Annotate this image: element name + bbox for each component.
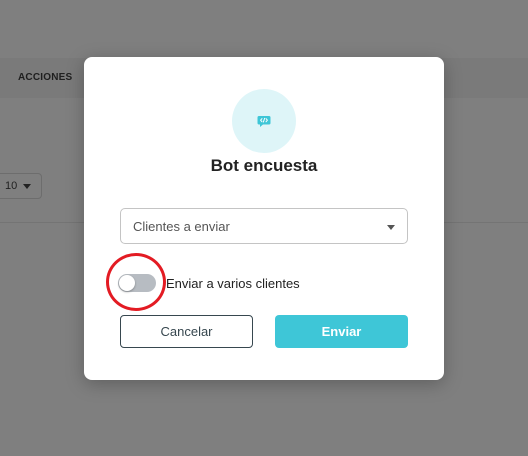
- multiple-clients-toggle[interactable]: [118, 274, 156, 292]
- clients-select-placeholder: Clientes a enviar: [133, 218, 230, 234]
- chevron-down-icon: [23, 183, 32, 189]
- toggle-knob: [119, 275, 135, 291]
- multiple-clients-toggle-row: Enviar a varios clientes: [118, 273, 300, 293]
- toggle-label: Enviar a varios clientes: [166, 275, 300, 291]
- icon-badge: [232, 89, 296, 153]
- send-button[interactable]: Enviar: [275, 315, 408, 348]
- chat-code-icon: [257, 115, 271, 127]
- bot-dialog: Bot encuesta Clientes a enviar Enviar a …: [84, 57, 444, 380]
- column-header-acciones: ACCIONES: [18, 72, 73, 83]
- chevron-down-icon: [387, 225, 395, 230]
- clients-select[interactable]: Clientes a enviar: [120, 208, 408, 244]
- dialog-title: Bot encuesta: [210, 156, 318, 175]
- rows-per-page-value: 10: [5, 180, 18, 192]
- cancel-button[interactable]: Cancelar: [120, 315, 253, 348]
- rows-per-page-select[interactable]: 10: [0, 173, 42, 199]
